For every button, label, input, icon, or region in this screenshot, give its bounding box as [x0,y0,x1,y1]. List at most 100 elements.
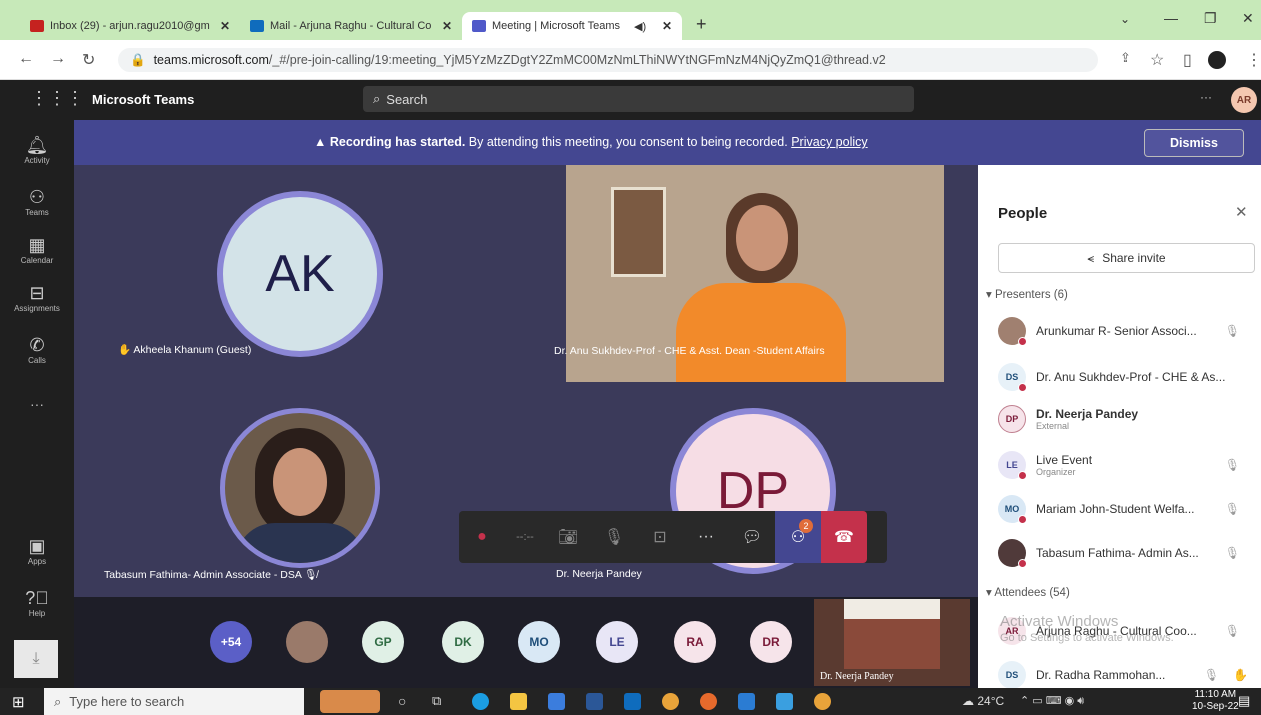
meeting-stage: AK ✋ Akheela Khanum (Guest) Dr. Anu Sukh… [74,165,978,597]
list-item[interactable]: Tabasum Fathima- Admin As... 🎙︎ [998,535,1258,571]
menu-icon[interactable]: ⋮ [1246,50,1261,70]
list-item[interactable]: Arunkumar R- Senior Associ... 🎙︎ [998,313,1258,349]
list-item[interactable]: DP Dr. Neerja Pandey External [998,401,1258,437]
edge-icon[interactable] [472,693,489,710]
close-icon[interactable]: ✕ [662,19,672,33]
slide-header [844,599,940,619]
close-icon[interactable]: ✕ [442,19,452,33]
mic-off-icon: 🎙︎ [1224,624,1240,638]
back-icon[interactable]: ← [18,50,34,68]
system-tray-icons[interactable]: ⌃ ▭ ⌨ ◉ 🔊︎ [1020,694,1084,708]
painting [611,187,666,277]
rail-teams[interactable]: ⚇ Teams [0,186,74,217]
minimize-icon[interactable]: — [1164,10,1178,26]
mail-icon[interactable] [624,693,641,710]
list-item[interactable]: MO Mariam John-Student Welfa... 🎙︎ [998,491,1258,527]
avatar: AK [217,191,383,357]
avatar[interactable]: DK [442,621,484,663]
lock-icon: 🔒 [130,52,146,67]
weather-status[interactable]: ☁ 24°C [962,694,1004,708]
clock[interactable]: 11:10 AM 10-Sep-22 [1192,689,1239,713]
search-icon: ⌕ [54,693,62,709]
weather-widget-icon[interactable] [320,690,380,713]
list-item[interactable]: LE Live Event Organizer 🎙︎ [998,447,1258,483]
gmail-icon [30,20,44,32]
file-explorer-icon[interactable] [510,693,527,710]
leave-call-button[interactable]: ☎ [821,511,867,563]
close-icon[interactable]: ✕ [220,19,230,33]
avatar[interactable]: RA [674,621,716,663]
windows-start-icon[interactable]: ⊞ [12,693,25,711]
avatar [998,317,1027,346]
app-rail: 🔔︎ Activity ⚇ Teams ▦ Calendar ⊟ Assignments… [0,120,74,688]
chrome-icon[interactable] [814,693,831,710]
app-icon[interactable] [776,693,793,710]
search-input[interactable]: ⌕ Search [363,86,914,112]
avatar[interactable]: AR [1231,87,1257,113]
close-icon[interactable]: ✕ [1235,203,1248,221]
rail-calls[interactable]: ✆ Calls [0,334,74,365]
firefox-icon[interactable] [700,693,717,710]
people-icon[interactable]: ⚇ 2 [775,511,821,563]
share-invite-button[interactable]: ⪪ Share invite [998,243,1255,273]
more-actions-icon[interactable]: ··· [683,511,729,563]
rail-assignments[interactable]: ⊟ Assignments [0,282,74,313]
record-icon[interactable]: ● [459,511,505,563]
star-icon[interactable]: ☆ [1150,50,1164,70]
mic-off-icon: 🎙︎ [1224,458,1240,472]
camera-off-icon[interactable]: 📷︎ [545,511,591,563]
tab-teams[interactable]: Meeting | Microsoft Teams ◀) ✕ [462,12,682,40]
avatar [220,408,380,568]
app-icon[interactable] [738,693,755,710]
profile-icon[interactable] [1208,51,1226,69]
avatar[interactable]: DR [750,621,792,663]
privacy-policy-link[interactable]: Privacy policy [791,135,867,149]
mic-off-icon[interactable]: 🎙︎ [591,511,637,563]
overflow-participants[interactable]: +54 [210,621,252,663]
list-item[interactable]: DS Dr. Anu Sukhdev-Prof - CHE & As... [998,359,1258,395]
download-icon[interactable]: ⤓ [14,640,58,678]
attendees-header[interactable]: ▾ Attendees (54) [986,585,1070,599]
cortana-icon[interactable]: ○ [398,693,406,709]
avatar[interactable]: GP [362,621,404,663]
tab-outlook[interactable]: Mail - Arjuna Raghu - Cultural Co ✕ [240,12,462,40]
presenters-header[interactable]: ▾ Presenters (6) [986,287,1068,301]
participant-name: Tabasum Fathima- Admin Associate - DSA 🎙… [104,569,318,581]
word-icon[interactable] [586,693,603,710]
avatar[interactable] [286,621,328,663]
chat-icon[interactable]: 💬︎ [729,511,775,563]
rail-apps[interactable]: ▣ Apps [0,535,74,566]
browser-tab-strip: Inbox (29) - arjun.ragu2010@gm ✕ Mail - … [0,0,1261,40]
tab-label: Meeting | Microsoft Teams [492,20,620,32]
avatar[interactable]: MO [518,621,560,663]
taskbar-search-input[interactable]: ⌕ Type here to search [44,688,304,715]
task-view-icon[interactable]: ⧉ [432,693,441,709]
app-launcher-icon[interactable]: ⋮⋮⋮ [30,88,84,109]
avatar[interactable]: LE [596,621,638,663]
new-tab-icon[interactable]: + [696,14,707,35]
sidepanel-icon[interactable]: ▯ [1183,50,1192,70]
chrome-icon[interactable] [662,693,679,710]
forward-icon[interactable]: → [50,50,66,68]
list-item[interactable]: AR Arjuna Raghu - Cultural Coo... 🎙︎ [998,613,1258,649]
rail-activity[interactable]: 🔔︎ Activity [0,134,74,165]
restore-icon[interactable]: ❐ [1204,10,1217,27]
share-screen-icon[interactable]: ⊡ [637,511,683,563]
screen-share-thumbnail[interactable]: Dr. Neerja Pandey [814,599,970,686]
url-input[interactable]: 🔒 teams.microsoft.com/_#/pre-join-callin… [118,48,1098,72]
chevron-down-icon[interactable]: ⌄ [1120,12,1130,26]
face [736,205,788,271]
rail-help[interactable]: ?⃝ Help [0,587,74,618]
tab-gmail[interactable]: Inbox (29) - arjun.ragu2010@gm ✕ [20,12,240,40]
rail-calendar[interactable]: ▦ Calendar [0,234,74,265]
share-icon[interactable]: ⇪ [1120,50,1131,66]
teams-icon: ⚇ [28,187,46,207]
notification-icon[interactable]: ▤ [1238,693,1250,709]
store-icon[interactable] [548,693,565,710]
reload-icon[interactable]: ↻ [82,50,95,70]
participant-name: Dr. Anu Sukhdev-Prof - CHE & Asst. Dean … [554,345,825,357]
dismiss-button[interactable]: Dismiss [1144,129,1244,157]
close-window-icon[interactable]: ✕ [1242,10,1254,27]
more-options-icon[interactable]: ··· [1200,90,1212,104]
rail-more[interactable]: ··· [0,396,74,412]
